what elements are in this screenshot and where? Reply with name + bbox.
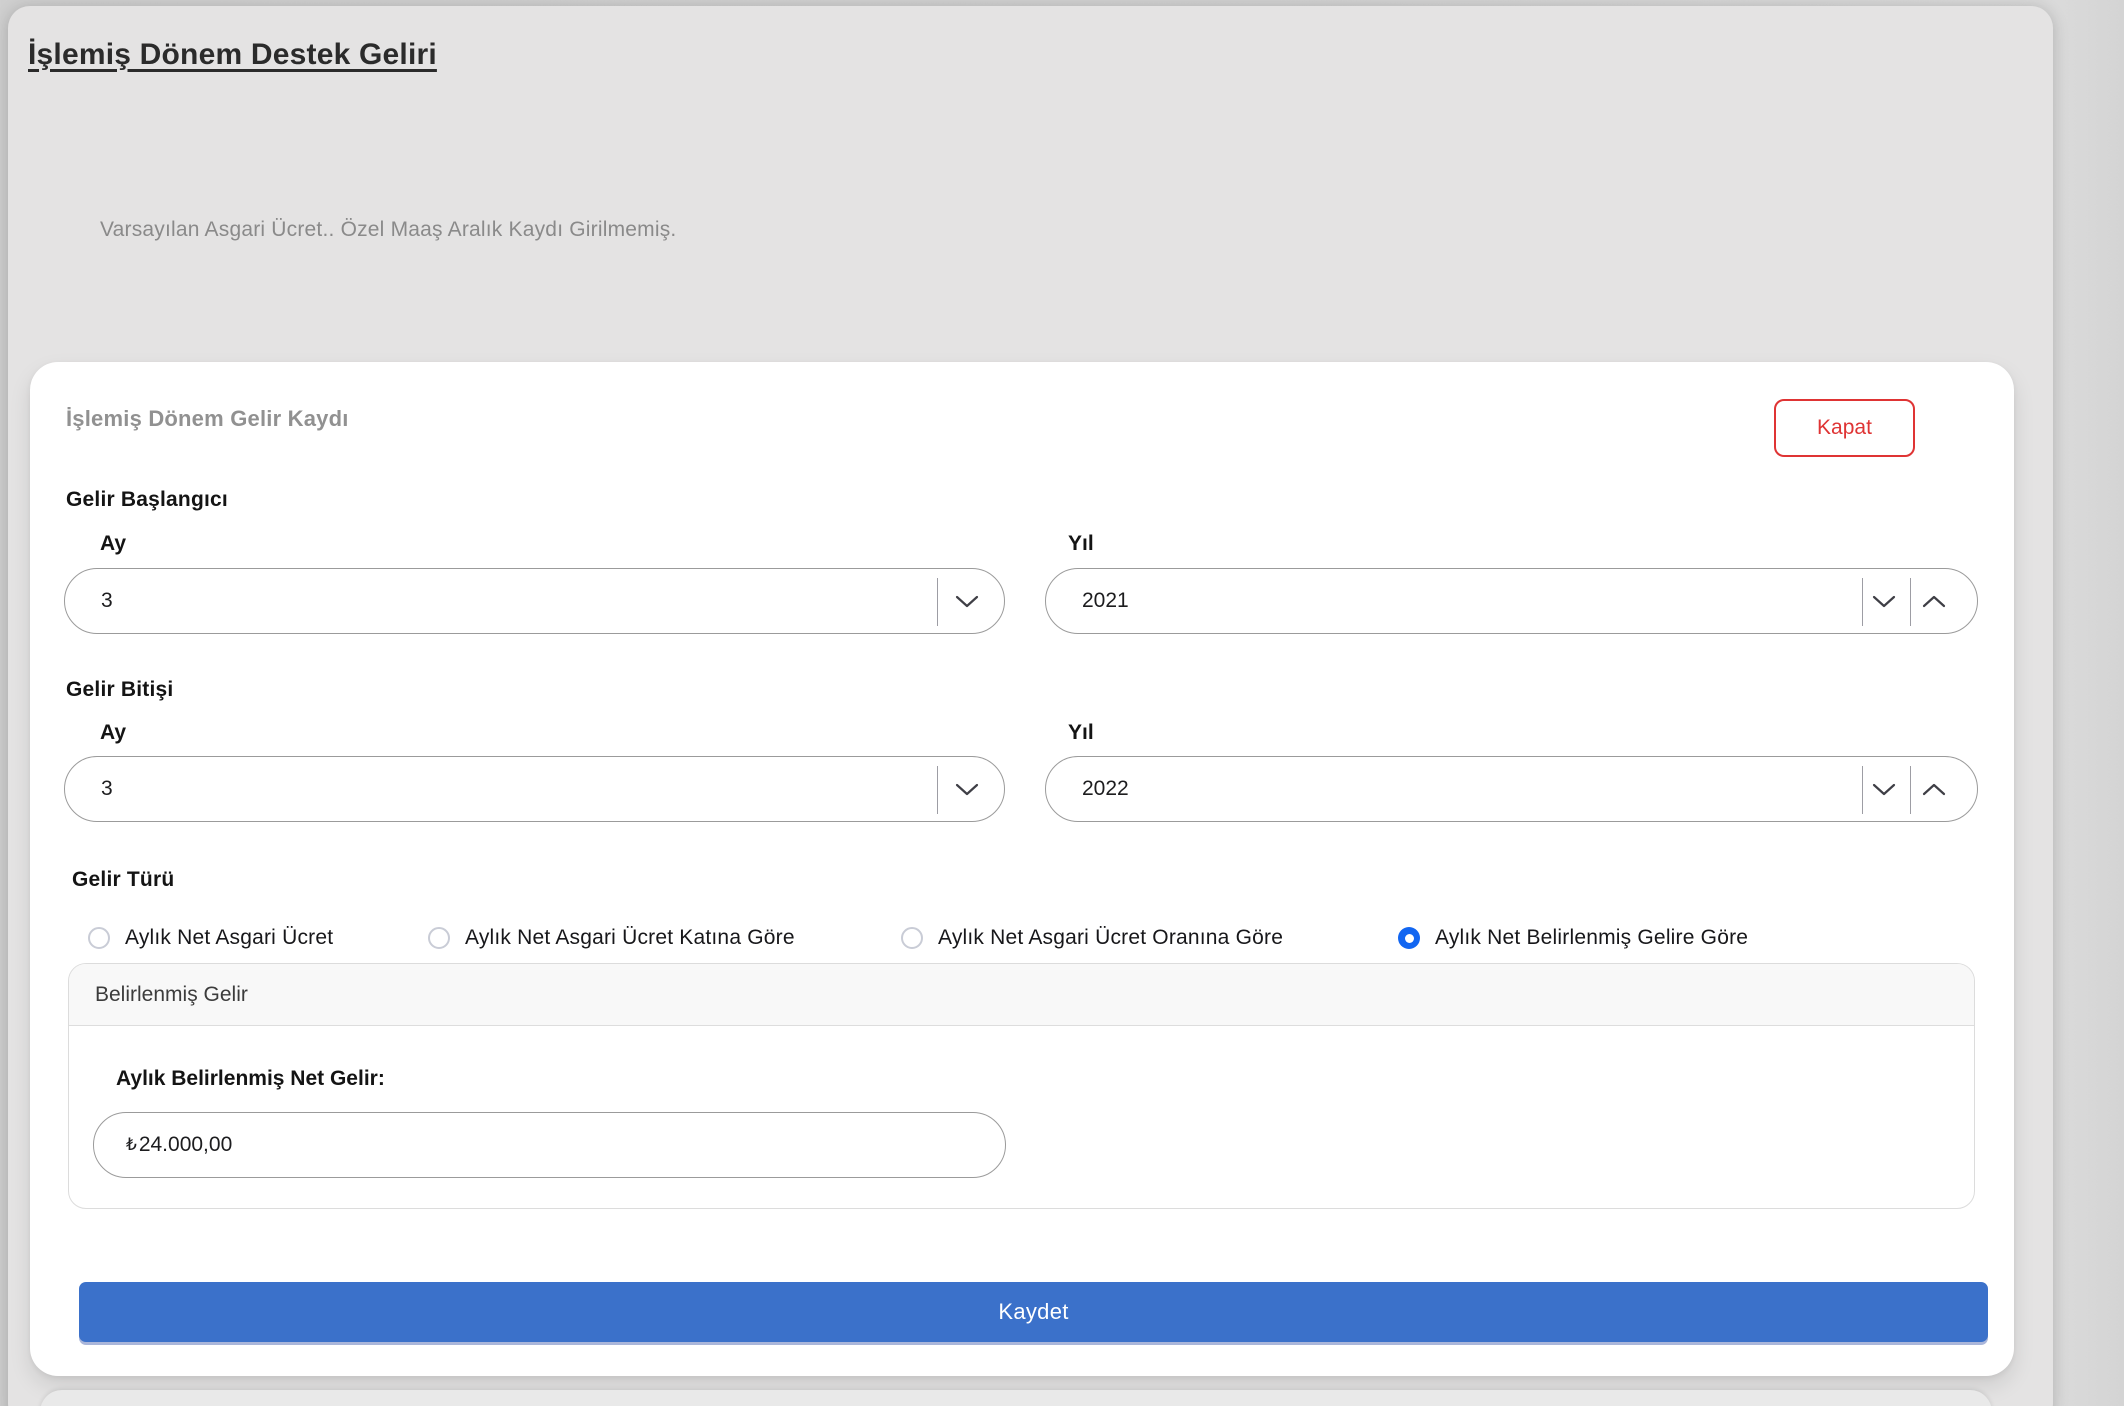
start-year-stepper[interactable]: 2021 — [1045, 568, 1978, 634]
card-title: İşlemiş Dönem Gelir Kaydı — [66, 406, 349, 432]
radio-icon[interactable] — [88, 927, 110, 949]
chevron-down-icon[interactable] — [1871, 757, 1897, 821]
radio-option-label: Aylık Net Asgari Ücret Oranına Göre — [938, 926, 1283, 950]
radio-option-label: Aylık Net Asgari Ücret — [125, 926, 333, 950]
radio-option-label: Aylık Net Asgari Ücret Katına Göre — [465, 926, 795, 950]
start-year-value: 2021 — [1046, 589, 1129, 613]
content-panel: İşlemiş Dönem Destek Geliri Varsayılan A… — [8, 6, 2053, 1406]
income-start-section-label: Gelir Başlangıcı — [66, 488, 228, 512]
end-year-label: Yıl — [1068, 721, 1094, 745]
monthly-net-income-value: 24.000,00 — [139, 1133, 232, 1157]
monthly-net-income-input[interactable]: ₺ 24.000,00 — [93, 1112, 1006, 1178]
divider — [937, 578, 939, 626]
start-month-label: Ay — [100, 532, 126, 556]
chevron-up-icon[interactable] — [1921, 569, 1947, 633]
monthly-net-income-label: Aylık Belirlenmiş Net Gelir: — [116, 1067, 385, 1091]
income-record-card: İşlemiş Dönem Gelir Kaydı Kapat Gelir Ba… — [30, 362, 2014, 1376]
chevron-down-icon[interactable] — [1871, 569, 1897, 633]
minimum-wage-notice: Varsayılan Asgari Ücret.. Özel Maaş Aral… — [100, 218, 676, 242]
income-type-section-label: Gelir Türü — [72, 868, 174, 892]
radio-icon[interactable] — [428, 927, 450, 949]
radio-option-minimum-wage-multiple[interactable]: Aylık Net Asgari Ücret Katına Göre — [428, 926, 795, 950]
chevron-down-icon[interactable] — [954, 757, 980, 821]
start-month-select[interactable]: 3 — [64, 568, 1005, 634]
divider — [1910, 766, 1912, 814]
income-end-section-label: Gelir Bitişi — [66, 678, 173, 702]
end-month-value: 3 — [65, 777, 113, 801]
radio-icon[interactable] — [901, 927, 923, 949]
determined-income-panel-title: Belirlenmiş Gelir — [69, 964, 1974, 1026]
radio-selected-icon[interactable] — [1398, 927, 1420, 949]
divider — [1862, 578, 1864, 626]
page-title: İşlemiş Dönem Destek Geliri — [28, 38, 437, 72]
end-year-stepper[interactable]: 2022 — [1045, 756, 1978, 822]
determined-income-panel: Belirlenmiş Gelir Aylık Belirlenmiş Net … — [68, 963, 1975, 1209]
radio-option-determined-income[interactable]: Aylık Net Belirlenmiş Gelire Göre — [1398, 926, 1748, 950]
start-month-value: 3 — [65, 589, 113, 613]
close-button[interactable]: Kapat — [1774, 399, 1915, 457]
divider — [1910, 578, 1912, 626]
end-month-label: Ay — [100, 721, 126, 745]
radio-option-label: Aylık Net Belirlenmiş Gelire Göre — [1435, 926, 1748, 950]
turkish-lira-icon: ₺ — [126, 1135, 137, 1155]
divider — [1862, 766, 1864, 814]
next-section-card-peek[interactable] — [40, 1390, 1992, 1406]
radio-option-minimum-wage-ratio[interactable]: Aylık Net Asgari Ücret Oranına Göre — [901, 926, 1283, 950]
end-year-value: 2022 — [1046, 777, 1129, 801]
divider — [937, 766, 939, 814]
end-month-select[interactable]: 3 — [64, 756, 1005, 822]
chevron-down-icon[interactable] — [954, 569, 980, 633]
save-button[interactable]: Kaydet — [79, 1282, 1988, 1342]
radio-option-net-minimum-wage[interactable]: Aylık Net Asgari Ücret — [88, 926, 333, 950]
start-year-label: Yıl — [1068, 532, 1094, 556]
chevron-up-icon[interactable] — [1921, 757, 1947, 821]
